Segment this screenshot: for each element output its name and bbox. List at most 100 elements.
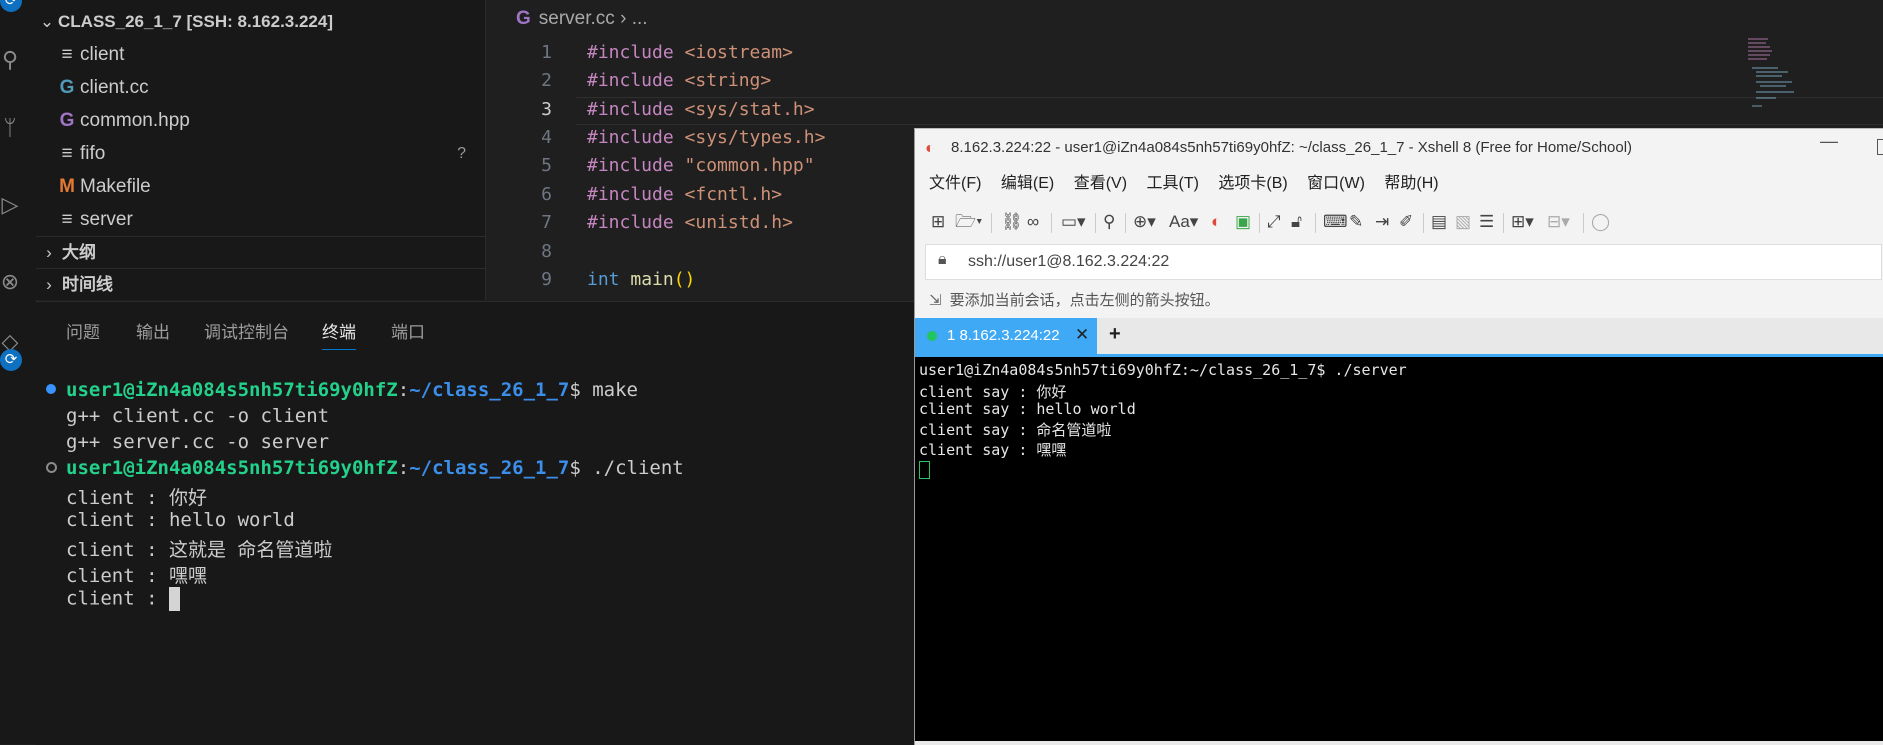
menu-edit[interactable]: 编辑(E) (1001, 175, 1054, 192)
remote-sync-icon[interactable]: ⟳ (0, 349, 22, 371)
new-tab-icon[interactable]: + (1109, 323, 1121, 346)
command-success-icon[interactable] (46, 384, 56, 394)
menu-help[interactable]: 帮助(H) (1384, 175, 1438, 192)
code-line[interactable]: #include <sys/stat.h> (587, 99, 815, 120)
breadcrumb-file[interactable]: server.cc (539, 8, 615, 29)
terminal-line: client say : hello world (919, 400, 1136, 418)
breadcrumb[interactable]: Gserver.cc › ... (516, 8, 648, 30)
session-hint: ⇲ 要添加当前会话，点击左侧的箭头按钮。 (929, 289, 1220, 310)
terminal-cursor (168, 587, 180, 611)
menu-view[interactable]: 查看(V) (1074, 175, 1127, 192)
line-number: 2 (541, 70, 552, 91)
chat-icon[interactable]: ◯ (1591, 211, 1610, 233)
terminal-line: client : 这就是 命名管道啦 (66, 539, 333, 561)
remote-explorer-icon[interactable]: ⊗ (0, 271, 20, 293)
tab-ports[interactable]: 端口 (391, 318, 425, 343)
compose-icon[interactable]: ▧ (1455, 211, 1471, 233)
line-number: 4 (541, 127, 552, 148)
text-file-icon: ≡ (61, 143, 73, 164)
terminal-line: client say : 命名管道啦 (919, 421, 1112, 439)
screen-icon[interactable]: ▭▾ (1061, 211, 1086, 233)
code-line[interactable]: #include "common.hpp" (587, 155, 815, 176)
script-icon[interactable]: ✐ (1399, 211, 1413, 233)
add-session-icon[interactable]: ⇲ (929, 292, 942, 309)
outline-section[interactable]: › 大纲 (36, 236, 485, 269)
file-name: client (80, 44, 125, 65)
tab-problems[interactable]: 问题 (66, 318, 100, 343)
file-name: fifo (80, 143, 106, 164)
open-folder-icon[interactable]: 🗁▾ (955, 211, 982, 233)
text-file-icon: ≡ (61, 44, 73, 65)
code-line[interactable]: #include <unistd.h> (587, 212, 793, 233)
new-session-icon[interactable]: ⊞ (931, 211, 945, 233)
terminal-input-line[interactable]: client : (66, 587, 180, 611)
chevron-right-icon: › (620, 8, 632, 29)
tab-output[interactable]: 输出 (136, 318, 170, 343)
keyboard-icon[interactable]: ⌨ (1323, 211, 1348, 233)
xftp-icon[interactable]: ▣ (1235, 211, 1251, 233)
code-line[interactable]: #include <fcntl.h> (587, 184, 782, 205)
minimap[interactable] (1748, 36, 1798, 116)
close-tab-icon[interactable]: ✕ (1075, 325, 1089, 345)
minimize-icon[interactable]: — (1820, 131, 1838, 152)
session-tab[interactable]: 1 8.162.3.224:22 ✕ (915, 318, 1097, 354)
menu-file[interactable]: 文件(F) (929, 175, 981, 192)
terminal-line: client : hello world (66, 509, 295, 531)
explorer-root[interactable]: ⌄ CLASS_26_1_7 [SSH: 8.162.3.224] (36, 9, 333, 35)
search-icon[interactable]: ⚲ (1103, 211, 1115, 233)
link-icon[interactable]: ∞ (1027, 211, 1039, 233)
address-url[interactable]: ssh://user1@8.162.3.224:22 (968, 253, 1169, 271)
file-item-makefile[interactable]: M Makefile (54, 170, 484, 203)
layout-icon[interactable]: ⊟▾ (1547, 211, 1570, 233)
file-name: common.hpp (80, 110, 190, 131)
tab-terminal[interactable]: 终端 (322, 318, 356, 350)
file-item-fifo[interactable]: ≡ fifo ? (54, 137, 484, 170)
file-item-server[interactable]: ≡ server (54, 203, 484, 236)
line-number: 6 (541, 184, 552, 205)
menu-tools[interactable]: 工具(T) (1146, 175, 1198, 192)
code-line[interactable]: #include <sys/types.h> (587, 127, 825, 148)
file-item-common-hpp[interactable]: Gcommon.hpp (54, 104, 484, 137)
log-icon[interactable]: ▤ (1431, 211, 1447, 233)
maximize-icon[interactable] (1877, 139, 1883, 155)
terminal-line: g++ server.cc -o server (66, 431, 330, 453)
activity-bar: ⟳ ⚲ ᛘ ▷ ⊗ ◇ ⟳ (0, 0, 37, 744)
add-folder-icon[interactable]: ⊞▾ (1511, 211, 1534, 233)
line-number: 7 (541, 212, 552, 233)
terminal-line: client : 嘿嘿 (66, 565, 207, 587)
timeline-section[interactable]: › 时间线 (36, 268, 485, 301)
xshell-titlebar[interactable]: ◐ 8.162.3.224:22 - user1@iZn4a084s5nh57t… (915, 129, 1883, 169)
address-bar[interactable]: 🔒︎ ssh://user1@8.162.3.224:22 (925, 244, 1882, 280)
menu-window[interactable]: 窗口(W) (1307, 175, 1365, 192)
pen-icon[interactable]: ✎ (1349, 211, 1363, 233)
code-line[interactable]: #include <iostream> (587, 42, 793, 63)
sync-badge-icon[interactable]: ⟳ (0, 0, 22, 12)
notes-icon[interactable]: ☰ (1479, 211, 1494, 233)
source-control-icon[interactable]: ᛘ (0, 117, 20, 139)
menu-tabs[interactable]: 选项卡(B) (1218, 175, 1287, 192)
lock-icon: 🔒︎ (938, 251, 947, 268)
disconnect-icon[interactable]: ⛓ (1001, 211, 1023, 233)
explorer-root-label: CLASS_26_1_7 [SSH: 8.162.3.224] (58, 12, 333, 31)
xshell-logo-icon: ◐ (925, 140, 935, 157)
terminal-line: user1@iZn4a084s5nh57ti69y0hfZ:~/class_26… (66, 379, 638, 401)
terminal-line: user1@iZn4a084s5nh57ti69y0hfZ:~/class_26… (919, 361, 1407, 379)
file-item-client[interactable]: ≡ client (54, 38, 484, 71)
lock-icon[interactable]: 🔓︎ (1291, 211, 1302, 233)
font-icon[interactable]: Aa▾ (1169, 211, 1198, 233)
tab-debug-console[interactable]: 调试控制台 (204, 318, 289, 343)
toolbar-separator (1315, 213, 1316, 233)
search-icon[interactable]: ⚲ (0, 49, 20, 71)
code-line[interactable]: int main() (587, 269, 695, 290)
file-item-client-cc[interactable]: Gclient.cc (54, 71, 484, 104)
xshell-terminal[interactable]: user1@iZn4a084s5nh57ti69y0hfZ:~/class_26… (915, 357, 1883, 741)
code-line[interactable]: #include <string> (587, 70, 771, 91)
fullscreen-icon[interactable]: ⤢ (1267, 211, 1281, 233)
run-debug-icon[interactable]: ▷ (0, 194, 20, 216)
globe-icon[interactable]: ⊕▾ (1133, 211, 1156, 233)
line-number: 1 (541, 42, 552, 63)
transfer-icon[interactable]: ⇥ (1375, 211, 1389, 233)
command-running-icon[interactable] (46, 462, 57, 473)
xshell-icon[interactable]: ◐ (1211, 211, 1221, 233)
breadcrumb-symbol[interactable]: ... (632, 8, 648, 29)
